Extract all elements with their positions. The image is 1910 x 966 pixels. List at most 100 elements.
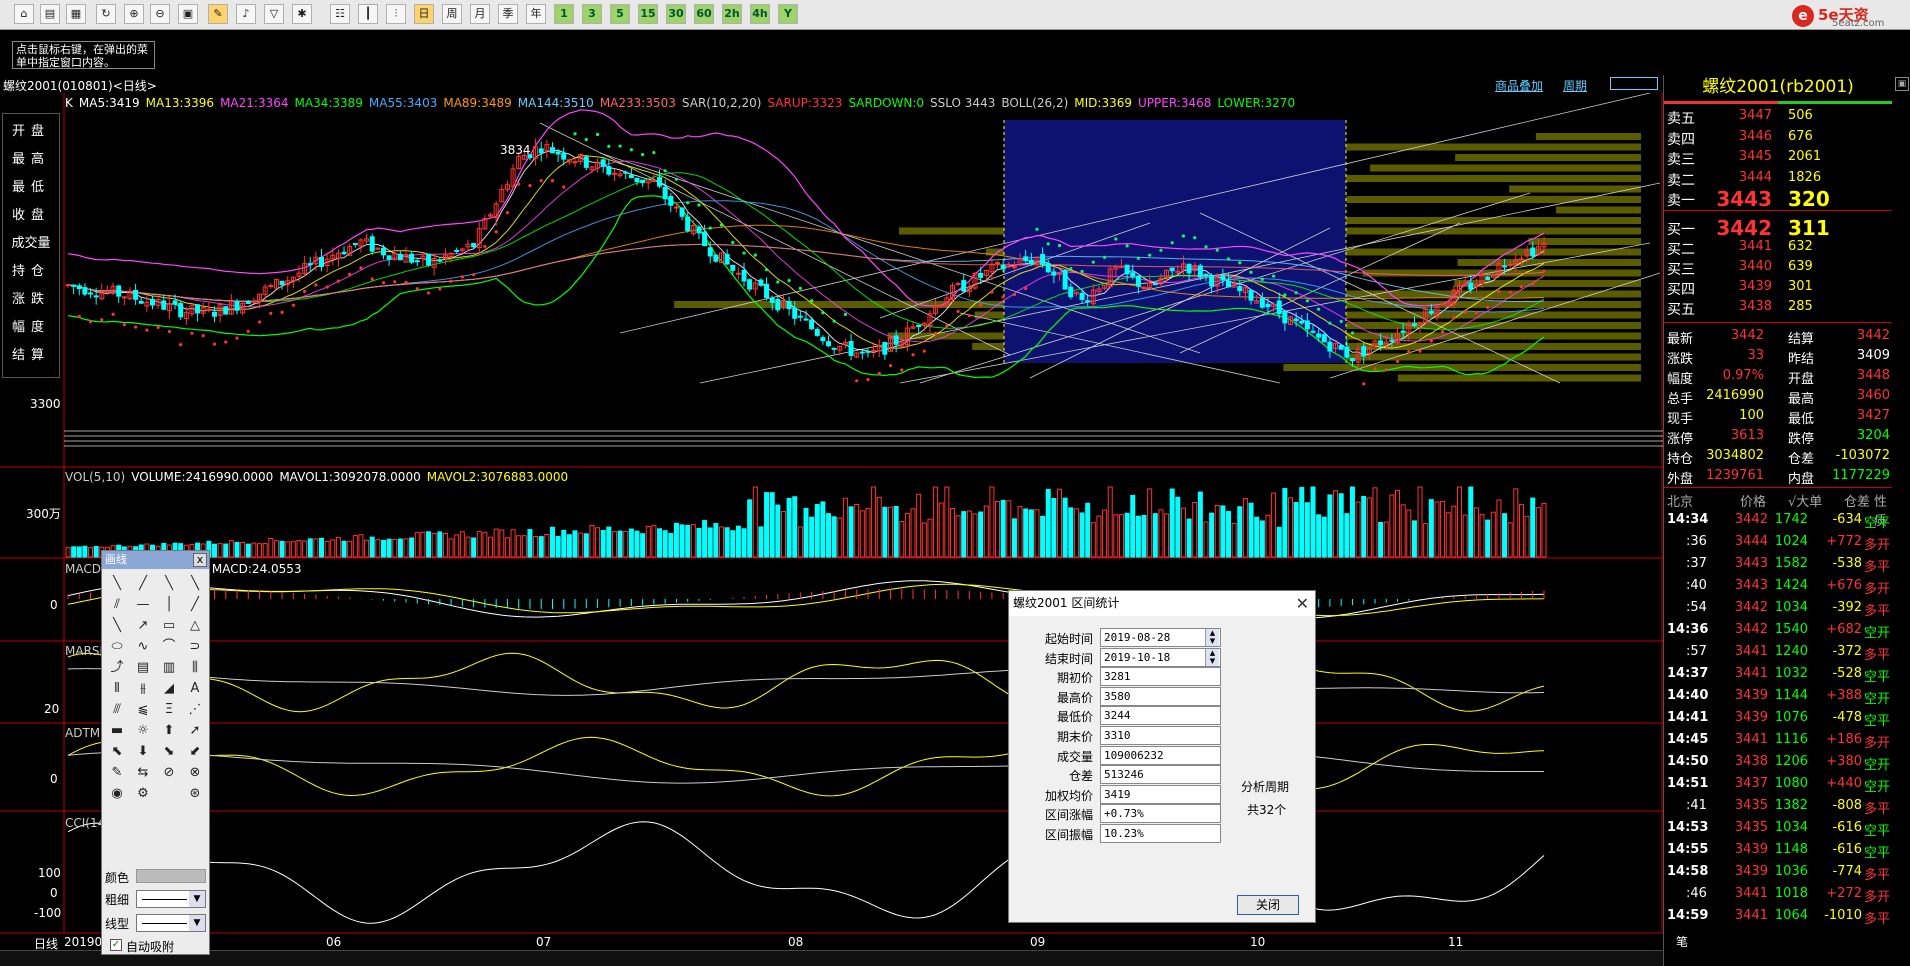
arc-tool-icon[interactable]: ⌒ <box>158 636 180 658</box>
field-input[interactable]: 3580 <box>1100 686 1221 706</box>
period-month[interactable]: 月 <box>470 4 490 24</box>
color-swatch[interactable] <box>136 869 206 883</box>
date-spinner-icon[interactable]: ▲ ▼ <box>1205 648 1219 666</box>
golden-tool-icon[interactable]: ⋰ <box>184 699 206 721</box>
gear-icon[interactable]: ⚙ <box>132 783 154 805</box>
field-input[interactable]: 2019-10-18 <box>1100 647 1221 667</box>
field-input[interactable]: 3310 <box>1100 726 1221 745</box>
field-input[interactable]: 3244 <box>1100 706 1221 726</box>
period-15m[interactable]: 15 <box>638 4 658 24</box>
date-spinner-icon[interactable]: ▲ ▼ <box>1205 629 1219 646</box>
eye-icon[interactable]: ◉ <box>106 783 128 805</box>
fan-tool-icon[interactable]: ⫵ <box>132 678 154 700</box>
cycle-tool-icon[interactable]: ⫻ <box>106 699 128 721</box>
ask-row[interactable]: 卖二 3444 1826 <box>1664 167 1892 189</box>
pencil-tool-icon[interactable]: ✎ <box>106 762 128 784</box>
rect-tool-icon[interactable]: ▭ <box>158 615 180 637</box>
angle-tool-icon[interactable]: ◢ <box>158 678 180 700</box>
refresh-icon[interactable]: ↻ <box>96 4 116 24</box>
window-icon[interactable]: ▣ <box>178 4 198 24</box>
bid-row[interactable]: 买四 3439 301 <box>1664 276 1892 298</box>
ask-row[interactable]: 卖一 3443 320 <box>1664 187 1892 211</box>
hide-tool-icon[interactable]: ⊘ <box>158 762 180 784</box>
gann-tool-icon[interactable]: ⫼ <box>184 657 206 679</box>
dialog-titlebar[interactable]: 螺纹2001 区间统计 ✕ <box>1009 591 1315 616</box>
period-30m[interactable]: 30 <box>666 4 686 24</box>
window-controls-icon[interactable] <box>1610 77 1658 90</box>
news-icon[interactable]: ▦ <box>66 4 86 24</box>
up-arrow-tool-icon[interactable]: ⬆ <box>158 720 180 742</box>
field-input[interactable]: 3281 <box>1100 667 1221 687</box>
down-arrow-tool-icon[interactable]: ⬇ <box>132 741 154 763</box>
palette-close-button[interactable]: x <box>193 553 207 567</box>
upright-arrow-tool-icon[interactable]: ➚ <box>184 720 206 742</box>
arc2-tool-icon[interactable]: ⊃ <box>184 636 206 658</box>
home-icon[interactable]: ⌂ <box>14 4 34 24</box>
diag-tool-icon[interactable]: ╱ <box>184 594 206 616</box>
ruler-tool-icon[interactable]: ▬ <box>106 720 128 742</box>
chart-icon[interactable]: ⫶ <box>386 4 406 24</box>
line-width-select[interactable]: ▼ <box>136 890 206 908</box>
period-60m[interactable]: 60 <box>694 4 714 24</box>
level-tool-icon[interactable]: Ξ <box>158 699 180 721</box>
field-input[interactable]: 3419 <box>1100 784 1221 804</box>
downright-arrow-tool-icon[interactable]: ⬊ <box>158 741 180 763</box>
bid-row[interactable]: 买一 3442 311 <box>1664 216 1892 240</box>
downleft-arrow-tool-icon[interactable]: ⬋ <box>184 741 206 763</box>
vline-tool-icon[interactable]: │ <box>158 594 180 616</box>
parallel-tool-icon[interactable]: ⫽ <box>106 594 128 616</box>
overlay-link[interactable]: 商品叠加 <box>1495 77 1543 94</box>
folder-icon[interactable]: ▤ <box>40 4 60 24</box>
table-icon[interactable]: ☷ <box>330 4 350 24</box>
candle-icon[interactable]: ┃ <box>358 4 378 24</box>
ask-row[interactable]: 卖三 3445 2061 <box>1664 146 1892 168</box>
line-style-select[interactable]: ▼ <box>136 914 206 932</box>
field-input[interactable]: +0.73% <box>1100 804 1221 824</box>
ask-row[interactable]: 卖四 3446 676 <box>1664 126 1892 148</box>
sun-tool-icon[interactable]: ☼ <box>132 720 154 742</box>
hline-tool-icon[interactable]: — <box>132 594 154 616</box>
more-icon[interactable]: ⊛ <box>184 783 206 805</box>
field-input[interactable]: 10.23% <box>1100 824 1221 843</box>
period-y[interactable]: Y <box>778 4 798 24</box>
arrow-tool-icon[interactable]: ↗ <box>132 615 154 637</box>
period-week[interactable]: 周 <box>442 4 462 24</box>
filter-icon[interactable]: ▽ <box>264 4 284 24</box>
chart-canvas[interactable]: 3834 3300 300万 0 20 0 100 0 -100 <box>0 93 1663 950</box>
bell-icon[interactable]: ♪ <box>236 4 256 24</box>
line-tool-icon[interactable]: ╲ <box>106 573 128 595</box>
ellipse-tool-icon[interactable]: ⬭ <box>106 636 128 658</box>
palette-titlebar[interactable]: 画线 x <box>102 551 209 569</box>
ray-tool-icon[interactable]: ╱ <box>132 573 154 595</box>
upleft-arrow-tool-icon[interactable]: ⬉ <box>106 741 128 763</box>
tick-footer-tab[interactable]: 笔 <box>1676 933 1688 950</box>
fib-tool-icon[interactable]: ⤴ <box>106 657 128 679</box>
channel-tool-icon[interactable]: ▤ <box>132 657 154 679</box>
field-input[interactable]: 2019-08-28 <box>1100 628 1221 647</box>
seg-tool-icon[interactable]: ╲ <box>158 573 180 595</box>
grid-tool-icon[interactable]: ▥ <box>158 657 180 679</box>
period-1m[interactable]: 1 <box>554 4 574 24</box>
bid-row[interactable]: 买二 3441 632 <box>1664 236 1892 258</box>
delete-tool-icon[interactable]: ⊗ <box>184 762 206 784</box>
period-5m[interactable]: 5 <box>610 4 630 24</box>
wave-tool-icon[interactable]: ∿ <box>132 636 154 658</box>
bid-row[interactable]: 买三 3440 639 <box>1664 256 1892 278</box>
text-tool-icon[interactable]: A <box>184 678 206 700</box>
period-quarter[interactable]: 季 <box>498 4 518 24</box>
day-period-icon[interactable]: 日 <box>414 4 434 24</box>
zoom-in-icon[interactable]: ⊕ <box>124 4 144 24</box>
draw-pen-icon[interactable]: ✎ <box>208 4 228 24</box>
speed-tool-icon[interactable]: ⫴ <box>106 678 128 700</box>
period-link[interactable]: 周期 <box>1563 77 1587 94</box>
period-year[interactable]: 年 <box>526 4 546 24</box>
triangle-tool-icon[interactable]: △ <box>184 615 206 637</box>
field-input[interactable]: 513246 <box>1100 765 1221 785</box>
zoom-out-icon[interactable]: ⊖ <box>150 4 170 24</box>
panel-toggle-icon[interactable]: ▣ <box>1895 77 1909 91</box>
arrow-line-tool-icon[interactable]: ╲ <box>106 615 128 637</box>
auto-snap-checkbox[interactable]: ✓ <box>110 939 122 951</box>
period-3m[interactable]: 3 <box>582 4 602 24</box>
swap-tool-icon[interactable]: ⇆ <box>132 762 154 784</box>
ask-row[interactable]: 卖五 3447 506 <box>1664 105 1892 127</box>
